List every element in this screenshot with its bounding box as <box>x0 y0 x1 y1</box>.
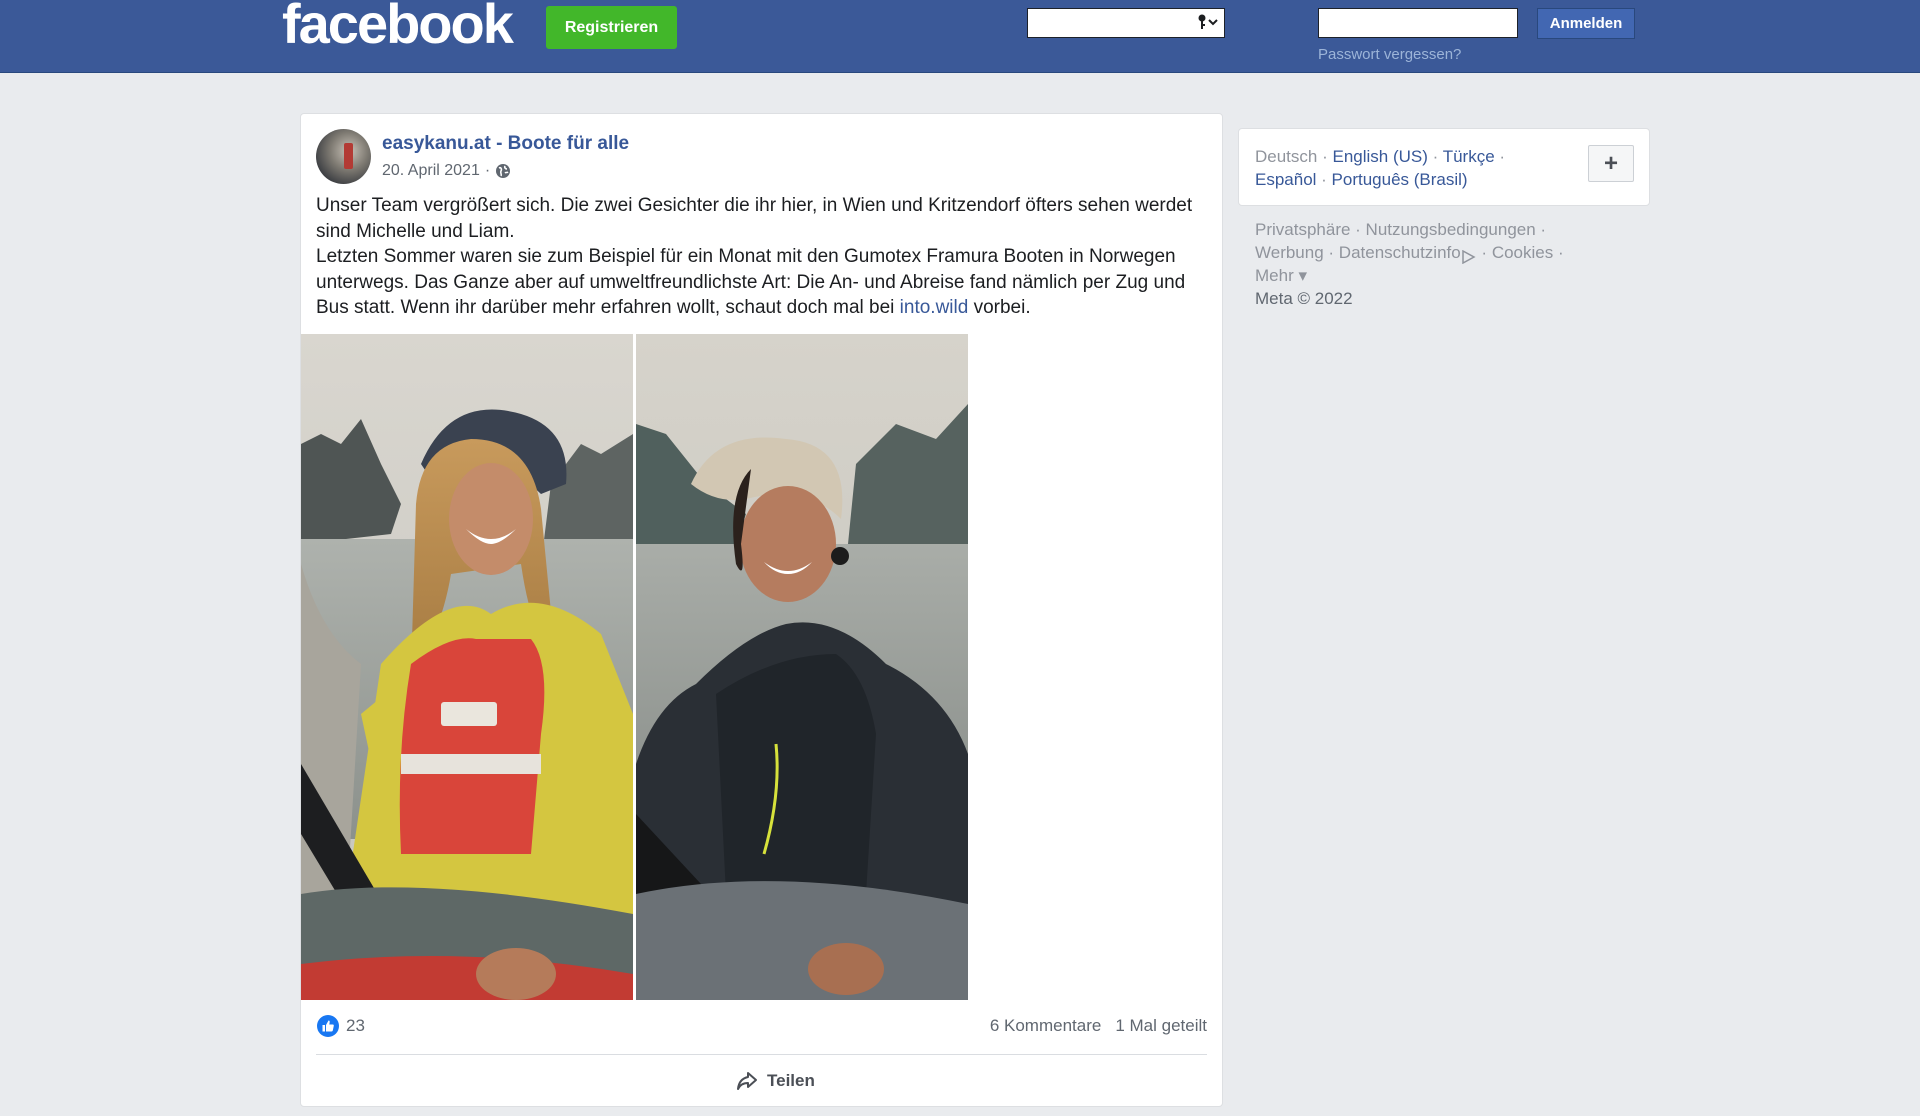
engagement-counts: 6 Kommentare 1 Mal geteilt <box>990 1016 1207 1036</box>
share-count[interactable]: 1 Mal geteilt <box>1115 1016 1207 1036</box>
language-turkish[interactable]: Türkçe <box>1443 147 1495 166</box>
post-text: Unser Team vergrößert sich. Die zwei Ges… <box>316 193 1211 321</box>
post-card: easykanu.at - Boote für alle 20. April 2… <box>300 113 1223 1107</box>
register-button[interactable]: Registrieren <box>546 6 677 49</box>
copyright: Meta © 2022 <box>1255 289 1353 308</box>
post-meta: 20. April 2021 · <box>382 162 511 180</box>
post-text-paragraph-1: Unser Team vergrößert sich. Die zwei Ges… <box>316 195 1193 242</box>
post-photo-michelle[interactable] <box>636 334 968 1000</box>
language-english[interactable]: English (US) <box>1332 147 1427 166</box>
password-key-icon[interactable] <box>1196 12 1220 34</box>
top-bar: facebook Registrieren Anmelden Passwort … <box>0 0 1920 73</box>
footer-privacy[interactable]: Privatsphäre <box>1255 220 1350 239</box>
meta-separator: · <box>484 162 491 179</box>
language-spanish[interactable]: Español <box>1255 170 1316 189</box>
footer-links: Privatsphäre · Nutzungsbedingungen · Wer… <box>1255 220 1564 308</box>
password-field[interactable] <box>1318 8 1518 38</box>
forgot-password-link[interactable]: Passwort vergessen? <box>1318 46 1461 63</box>
footer-cookies[interactable]: Cookies <box>1492 243 1553 262</box>
current-language: Deutsch <box>1255 147 1318 166</box>
reactions-summary[interactable]: 23 <box>316 1014 365 1038</box>
language-selector: Deutsch · English (US) · Türkçe · Españo… <box>1238 128 1650 206</box>
post-photo-liam[interactable] <box>301 334 633 1000</box>
language-list: Deutsch · English (US) · Türkçe · Españo… <box>1255 147 1506 189</box>
globe-icon[interactable] <box>495 163 511 179</box>
share-label: Teilen <box>767 1071 815 1090</box>
more-languages-button[interactable]: + <box>1588 145 1634 182</box>
page-avatar[interactable] <box>316 129 371 184</box>
comment-count[interactable]: 6 Kommentare <box>990 1016 1102 1036</box>
adchoices-icon[interactable] <box>1461 247 1477 264</box>
footer-terms[interactable]: Nutzungsbedingungen <box>1366 220 1536 239</box>
like-count[interactable]: 23 <box>346 1016 365 1036</box>
into-wild-link[interactable]: into.wild <box>900 297 969 318</box>
post-date[interactable]: 20. April 2021 <box>382 162 480 180</box>
divider <box>316 1054 1207 1055</box>
footer-more[interactable]: Mehr <box>1255 266 1294 285</box>
facebook-logo[interactable]: facebook <box>282 0 514 54</box>
page-name-link[interactable]: easykanu.at - Boote für alle <box>382 133 629 155</box>
share-button[interactable]: Teilen <box>735 1069 815 1093</box>
post-text-after-link: vorbei. <box>968 297 1031 318</box>
like-icon <box>316 1014 340 1038</box>
language-portuguese[interactable]: Português (Brasil) <box>1332 170 1468 189</box>
footer-ads[interactable]: Werbung <box>1255 243 1324 262</box>
post-text-before-link: Letzten Sommer waren sie zum Beispiel fü… <box>316 246 1186 318</box>
footer-data[interactable]: Datenschutzinfo <box>1339 243 1461 262</box>
post-text-paragraph-2: Letzten Sommer waren sie zum Beispiel fü… <box>316 244 1211 321</box>
share-icon <box>735 1069 759 1093</box>
login-button[interactable]: Anmelden <box>1537 8 1635 39</box>
chevron-down-icon: ▾ <box>1293 266 1307 285</box>
